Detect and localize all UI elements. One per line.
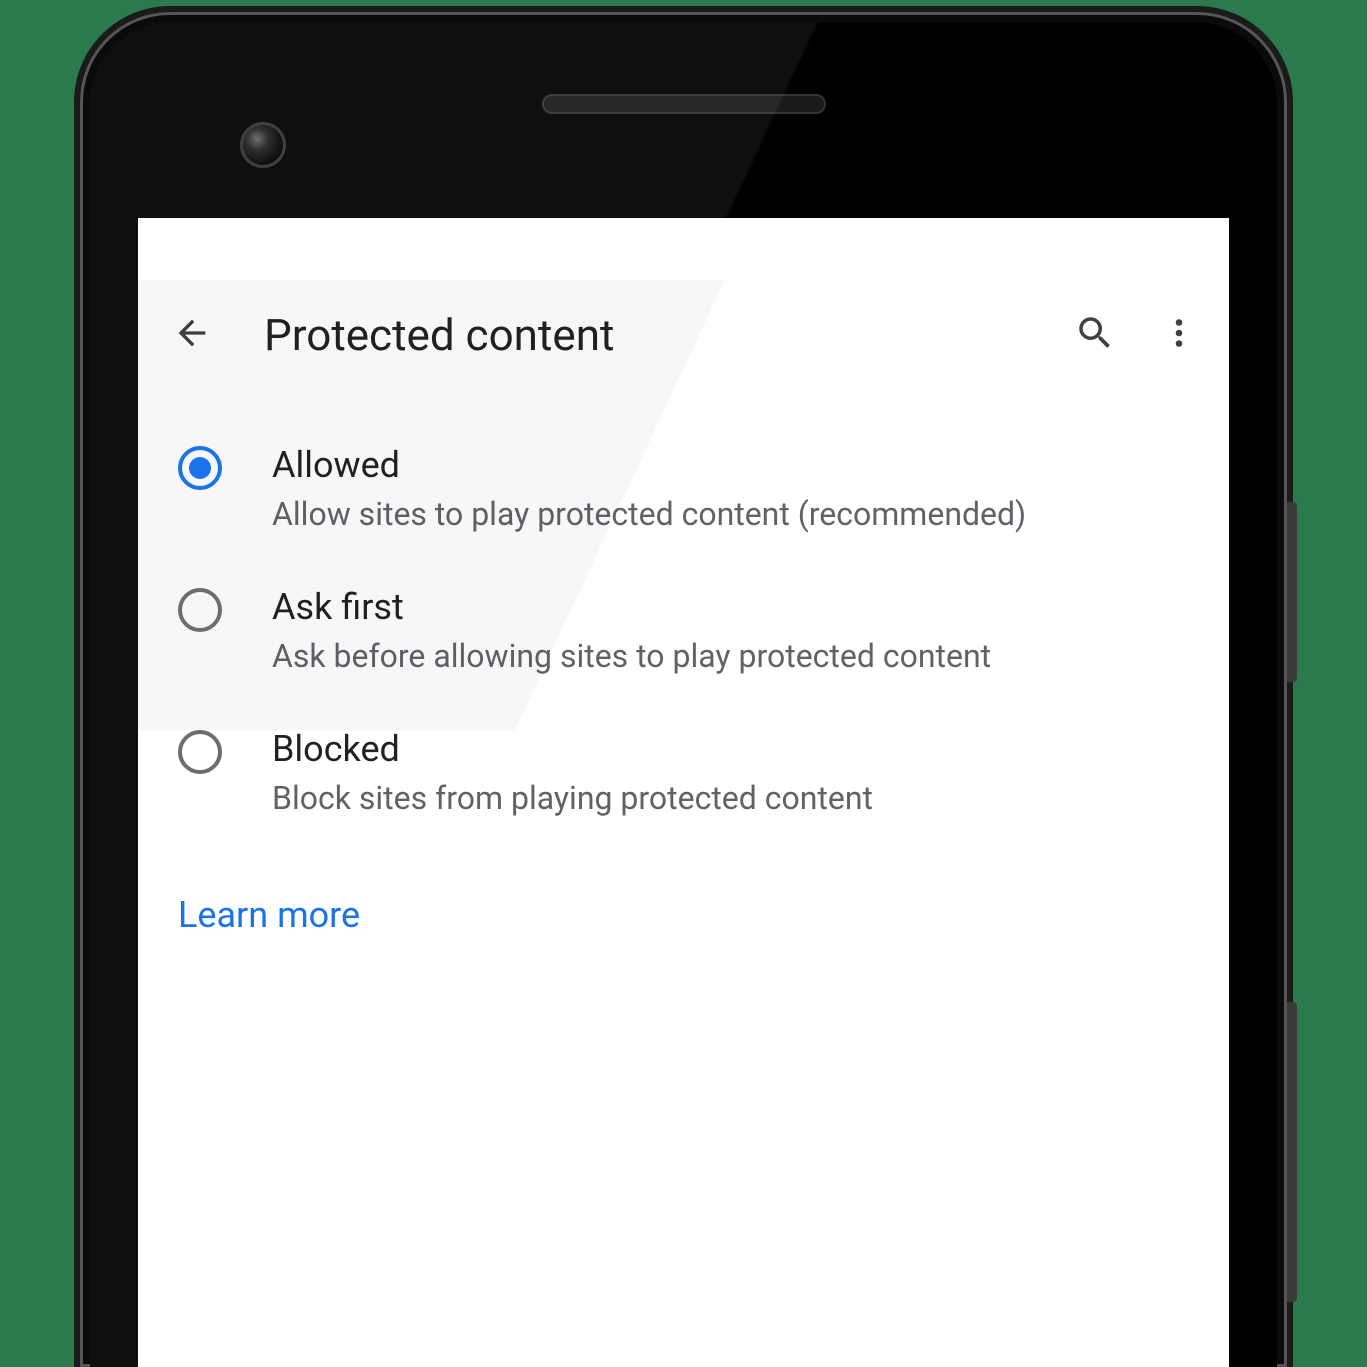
phone-side-button-top: [1287, 502, 1297, 682]
option-text: Allowed Allow sites to play protected co…: [272, 442, 1026, 536]
option-title: Blocked: [272, 726, 873, 773]
option-subtitle: Allow sites to play protected content (r…: [272, 493, 1026, 536]
search-button[interactable]: [1065, 305, 1125, 365]
phone-frame: 9:00 LTE: [80, 12, 1287, 1367]
screen-content: Protected content: [138, 280, 1229, 1367]
phone-speaker: [542, 94, 826, 114]
app-bar: Protected content: [138, 280, 1229, 390]
phone-inner: 9:00 LTE: [90, 22, 1277, 1367]
radio-ask-first[interactable]: [178, 588, 222, 632]
overflow-menu-button[interactable]: [1149, 305, 1209, 365]
option-blocked[interactable]: Blocked Block sites from playing protect…: [138, 702, 1229, 844]
option-text: Ask first Ask before allowing sites to p…: [272, 584, 991, 678]
option-allowed[interactable]: Allowed Allow sites to play protected co…: [138, 418, 1229, 560]
option-title: Ask first: [272, 584, 991, 631]
arrow-left-icon: [172, 313, 212, 357]
option-title: Allowed: [272, 442, 1026, 489]
radio-blocked[interactable]: [178, 730, 222, 774]
page-title: Protected content: [264, 309, 1041, 361]
radio-allowed[interactable]: [178, 446, 222, 490]
option-subtitle: Ask before allowing sites to play protec…: [272, 635, 991, 678]
option-text: Blocked Block sites from playing protect…: [272, 726, 873, 820]
phone-camera: [240, 122, 286, 168]
phone-side-button-bottom: [1287, 1002, 1297, 1302]
option-subtitle: Block sites from playing protected conte…: [272, 777, 873, 820]
more-vert-icon: [1161, 315, 1197, 355]
option-ask-first[interactable]: Ask first Ask before allowing sites to p…: [138, 560, 1229, 702]
screen: 9:00 LTE: [138, 218, 1229, 1367]
search-icon: [1074, 312, 1116, 358]
learn-more-link[interactable]: Learn more: [178, 894, 360, 936]
options-list: Allowed Allow sites to play protected co…: [138, 390, 1229, 844]
back-button[interactable]: [162, 305, 222, 365]
